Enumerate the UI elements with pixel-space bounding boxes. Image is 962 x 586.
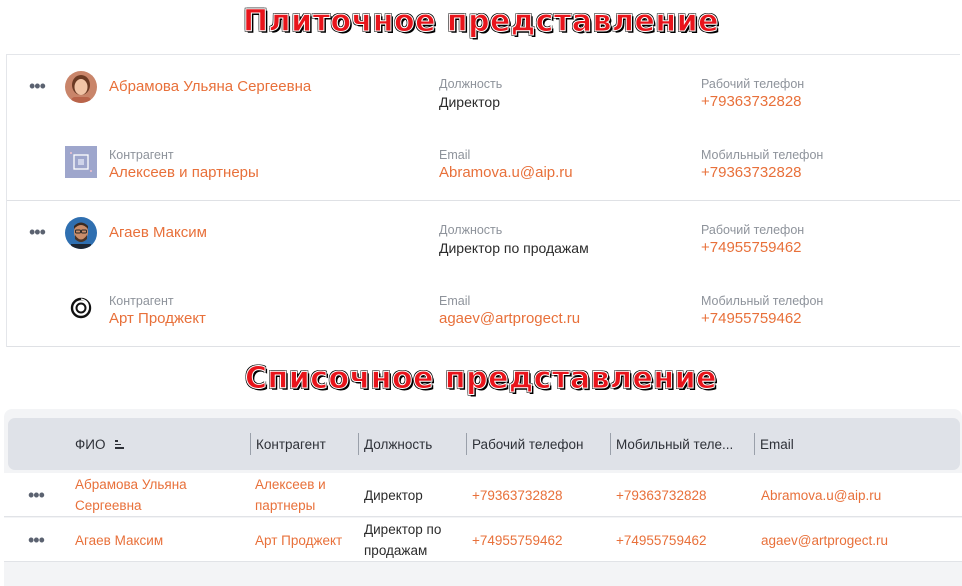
tile-view-banner: Плиточное представление: [243, 4, 719, 40]
mobile-phone-cell-link[interactable]: +79363732828: [616, 473, 706, 517]
column-header-company[interactable]: Контрагент: [256, 418, 326, 470]
list-view: ФИО Контрагент Должность Рабочий телефон…: [4, 409, 962, 586]
work-phone-label: Рабочий телефон: [701, 77, 805, 91]
position-cell: Директор по продажам: [364, 518, 441, 562]
email-link[interactable]: Abramova.u@aip.ru: [439, 163, 573, 183]
email-link[interactable]: agaev@artprogect.ru: [439, 309, 580, 329]
position-value: Директор по продажам: [439, 240, 589, 256]
company-logo-icon: [65, 146, 97, 178]
column-header-fio[interactable]: ФИО: [75, 418, 125, 470]
position-value: Директор: [439, 94, 500, 110]
table-row[interactable]: ••• Абрамова Ульяна Сергеевна Алексеев и…: [4, 473, 962, 517]
mobile-phone-label: Мобильный телефон: [701, 294, 824, 308]
contact-tile[interactable]: ••• Абрамова Ульяна Сергеевна Контрагент…: [7, 55, 960, 201]
column-divider[interactable]: [250, 433, 251, 455]
work-phone-cell: Рабочий телефон +79363732828: [701, 76, 804, 112]
email-cell-link[interactable]: agaev@artprogect.ru: [761, 518, 888, 562]
email-label: Email: [439, 294, 471, 308]
contact-name-link[interactable]: Агаев Максим: [109, 224, 207, 241]
more-dots-icon[interactable]: •••: [28, 486, 45, 504]
contact-tile[interactable]: ••• Агаев Максим Контрагент Арт Проджект: [7, 201, 960, 347]
company-logo-icon: [65, 292, 97, 324]
position-line: Директор по: [364, 522, 442, 537]
fio-cell-link[interactable]: Агаев Максим: [75, 518, 163, 562]
position-cell: Должность Директор по продажам: [439, 222, 589, 258]
column-divider[interactable]: [610, 433, 611, 455]
column-divider[interactable]: [466, 433, 467, 455]
column-header-work-phone[interactable]: Рабочий телефон: [472, 418, 583, 470]
column-header-mobile-phone[interactable]: Мобильный теле...: [616, 418, 733, 470]
fio-line: Абрамова Ульяна: [75, 477, 187, 492]
email-label: Email: [439, 148, 471, 162]
fio-line: Сергеевна: [75, 498, 142, 513]
position-label: Должность: [439, 223, 503, 237]
work-phone-cell-link[interactable]: +79363732828: [472, 473, 562, 517]
position-label: Должность: [439, 77, 503, 91]
company-line: Алексеев и: [255, 477, 326, 492]
company-cell: Контрагент Алексеев и партнеры: [109, 147, 259, 183]
mobile-phone-link[interactable]: +79363732828: [701, 163, 823, 183]
company-label: Контрагент: [109, 148, 174, 162]
mobile-phone-cell: Мобильный телефон +74955759462: [701, 293, 823, 329]
company-cell: Контрагент Арт Проджект: [109, 293, 206, 329]
tile-view: ••• Абрамова Ульяна Сергеевна Контрагент…: [6, 54, 960, 347]
more-dots-icon[interactable]: •••: [28, 531, 45, 549]
position-cell: Должность Директор: [439, 76, 502, 112]
column-divider[interactable]: [754, 433, 755, 455]
position-cell: Директор: [364, 487, 423, 503]
mobile-phone-cell-link[interactable]: +74955759462: [616, 518, 706, 562]
position-line: продажам: [364, 543, 428, 558]
more-dots-icon[interactable]: •••: [29, 223, 46, 241]
company-cell-link[interactable]: Арт Проджект: [255, 518, 342, 562]
column-header-position[interactable]: Должность: [364, 418, 432, 470]
email-cell-link[interactable]: Abramova.u@aip.ru: [761, 473, 881, 517]
column-header-email[interactable]: Email: [760, 418, 794, 470]
work-phone-label: Рабочий телефон: [701, 223, 805, 237]
more-dots-icon[interactable]: •••: [29, 77, 46, 95]
list-view-banner: Списочное представление: [245, 361, 717, 397]
column-divider[interactable]: [358, 433, 359, 455]
fio-cell-link[interactable]: Абрамова Ульяна Сергеевна: [75, 473, 187, 517]
mobile-phone-label: Мобильный телефон: [701, 148, 824, 162]
email-cell: Email agaev@artprogect.ru: [439, 293, 580, 329]
mobile-phone-link[interactable]: +74955759462: [701, 309, 823, 329]
avatar: [65, 217, 97, 249]
work-phone-link[interactable]: +79363732828: [701, 92, 804, 112]
company-link[interactable]: Арт Проджект: [109, 309, 206, 329]
company-cell-link[interactable]: Алексеев и партнеры: [255, 473, 326, 517]
company-label: Контрагент: [109, 294, 174, 308]
mobile-phone-cell: Мобильный телефон +79363732828: [701, 147, 823, 183]
column-header-label: ФИО: [75, 436, 106, 452]
work-phone-cell-link[interactable]: +74955759462: [472, 518, 562, 562]
sort-icon[interactable]: [115, 439, 125, 449]
work-phone-link[interactable]: +74955759462: [701, 238, 804, 258]
work-phone-cell: Рабочий телефон +74955759462: [701, 222, 804, 258]
company-line: партнеры: [255, 498, 316, 513]
table-header: ФИО Контрагент Должность Рабочий телефон…: [8, 418, 960, 470]
email-cell: Email Abramova.u@aip.ru: [439, 147, 573, 183]
table-row[interactable]: ••• Агаев Максим Арт Проджект Директор п…: [4, 518, 962, 562]
contact-name-link[interactable]: Абрамова Ульяна Сергеевна: [109, 78, 311, 95]
company-link[interactable]: Алексеев и партнеры: [109, 163, 259, 183]
avatar: [65, 71, 97, 103]
